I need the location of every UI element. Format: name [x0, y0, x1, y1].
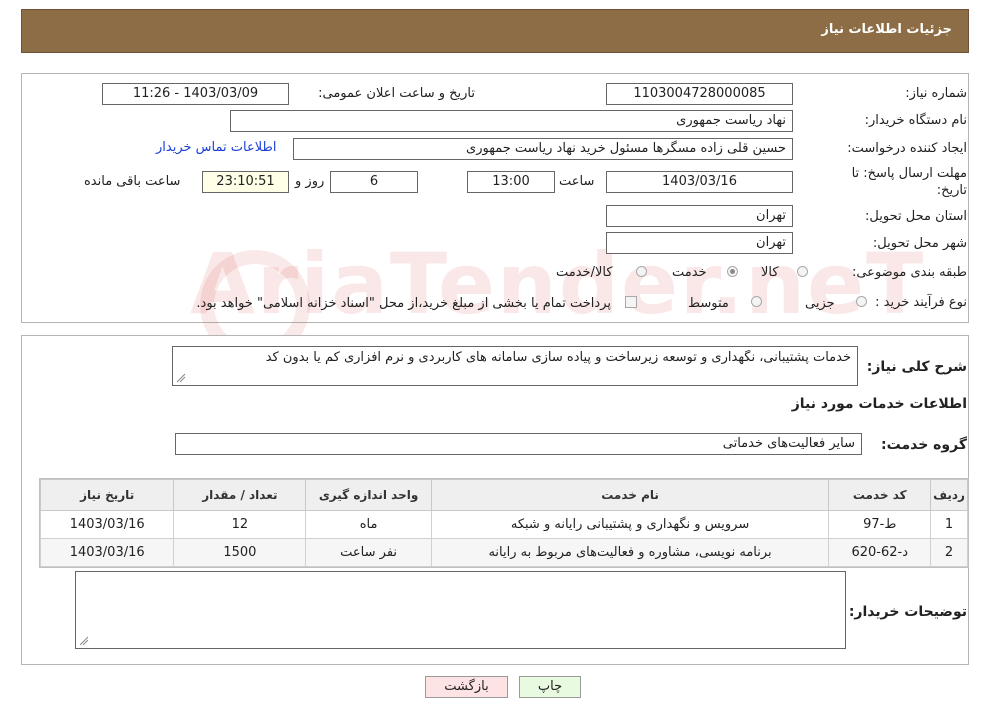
deadline-time-label: ساعت: [559, 174, 595, 189]
need-number-field: 1103004728000085: [606, 83, 793, 105]
city-label: شهر محل تحویل:: [872, 236, 967, 251]
remaining-time-label: ساعت باقی مانده: [84, 174, 181, 189]
creator-label: ایجاد کننده درخواست:: [847, 141, 967, 156]
deadline-date-field: 1403/03/16: [606, 171, 793, 193]
services-table-header: ردیف کد خدمت نام خدمت واحد اندازه گیری ت…: [39, 479, 968, 511]
cell-need-date: 1403/03/16: [39, 510, 175, 539]
table-row[interactable]: 1 ط-97 سرویس و نگهداری و پشتیبانی رایانه…: [39, 510, 968, 539]
back-button[interactable]: بازگشت: [425, 676, 508, 698]
resize-grip-icon[interactable]: [79, 636, 89, 646]
category-radio-goods[interactable]: [797, 266, 808, 277]
col-unit: واحد اندازه گیری: [305, 479, 432, 511]
need-number-label: شماره نیاز:: [905, 86, 967, 101]
category-option-goods-service: کالا/خدمت: [556, 265, 613, 280]
buyer-notes-textarea[interactable]: [75, 571, 846, 649]
description-textarea[interactable]: خدمات پشتیبانی، نگهداری و توسعه زیرساخت …: [172, 346, 858, 386]
table-row[interactable]: 2 د-62-620 برنامه نویسی، مشاوره و فعالیت…: [39, 538, 968, 567]
process-option-minor: جزیی: [805, 296, 835, 311]
cell-need-date: 1403/03/16: [39, 538, 175, 567]
process-radio-medium[interactable]: [751, 296, 762, 307]
services-table-wrapper: ردیف کد خدمت نام خدمت واحد اندازه گیری ت…: [39, 478, 969, 568]
deadline-label-date: تاریخ:: [936, 183, 967, 198]
description-label: شرح کلی نیاز:: [866, 359, 967, 375]
remaining-time-field: 23:10:51: [202, 171, 289, 193]
cell-unit: ماه: [305, 510, 432, 539]
announce-datetime-label: تاریخ و ساعت اعلان عمومی:: [318, 86, 475, 101]
resize-grip-icon[interactable]: [176, 373, 186, 383]
cell-quantity: 12: [173, 510, 307, 539]
col-row-number: ردیف: [930, 479, 968, 511]
description-text: خدمات پشتیبانی، نگهداری و توسعه زیرساخت …: [265, 350, 851, 365]
category-label: طبقه بندی موضوعی:: [851, 265, 967, 280]
cell-service-name: برنامه نویسی، مشاوره و فعالیت‌های مربوط …: [430, 538, 830, 567]
category-radio-service[interactable]: [727, 266, 738, 277]
col-quantity: تعداد / مقدار: [173, 479, 307, 511]
buyer-notes-label: توضیحات خریدار:: [848, 604, 967, 620]
province-field: تهران: [606, 205, 793, 227]
process-radio-minor[interactable]: [856, 296, 867, 307]
col-need-date: تاریخ نیاز: [39, 479, 175, 511]
province-label: استان محل تحویل:: [865, 209, 967, 224]
deadline-label: مهلت ارسال پاسخ: تا: [851, 166, 967, 181]
cell-quantity: 1500: [173, 538, 307, 567]
page-header: جزئیات اطلاعات نیاز: [21, 9, 969, 53]
cell-service-name: سرویس و نگهداری و پشتیبانی رایانه و شبکه: [430, 510, 830, 539]
buyer-org-field: نهاد ریاست جمهوری: [230, 110, 793, 132]
city-field: تهران: [606, 232, 793, 254]
creator-field: حسین قلی زاده مسگرها مسئول خرید نهاد ریا…: [293, 138, 793, 160]
page-title: جزئیات اطلاعات نیاز: [821, 22, 952, 37]
col-service-code: کد خدمت: [828, 479, 932, 511]
cell-service-code: ط-97: [828, 510, 932, 539]
service-group-label: گروه خدمت:: [881, 437, 967, 453]
cell-unit: نفر ساعت: [305, 538, 432, 567]
cell-row-number: 1: [930, 510, 968, 539]
services-section-title: اطلاعات خدمات مورد نیاز: [791, 396, 967, 412]
print-button[interactable]: چاپ: [519, 676, 581, 698]
process-label: نوع فرآیند خرید :: [875, 295, 967, 310]
cell-service-code: د-62-620: [828, 538, 932, 567]
payment-note: پرداخت تمام یا بخشی از مبلغ خرید،از محل …: [196, 296, 611, 311]
payment-checkbox[interactable]: [625, 296, 637, 308]
services-table: ردیف کد خدمت نام خدمت واحد اندازه گیری ت…: [39, 479, 968, 567]
category-option-goods: کالا: [761, 265, 779, 280]
service-group-field: سایر فعالیت‌های خدماتی: [175, 433, 862, 455]
category-radio-goods-service[interactable]: [636, 266, 647, 277]
deadline-time-field: 13:00: [467, 171, 555, 193]
days-label: روز و: [295, 174, 325, 189]
buyer-org-label: نام دستگاه خریدار:: [864, 113, 967, 128]
days-remaining-field: 6: [330, 171, 418, 193]
col-service-name: نام خدمت: [430, 479, 830, 511]
announce-datetime-field: 1403/03/09 - 11:26: [102, 83, 289, 105]
cell-row-number: 2: [930, 538, 968, 567]
buyer-contact-link[interactable]: اطلاعات تماس خریدار: [156, 140, 276, 155]
category-option-service: خدمت: [672, 265, 707, 280]
process-option-medium: متوسط: [688, 296, 729, 311]
